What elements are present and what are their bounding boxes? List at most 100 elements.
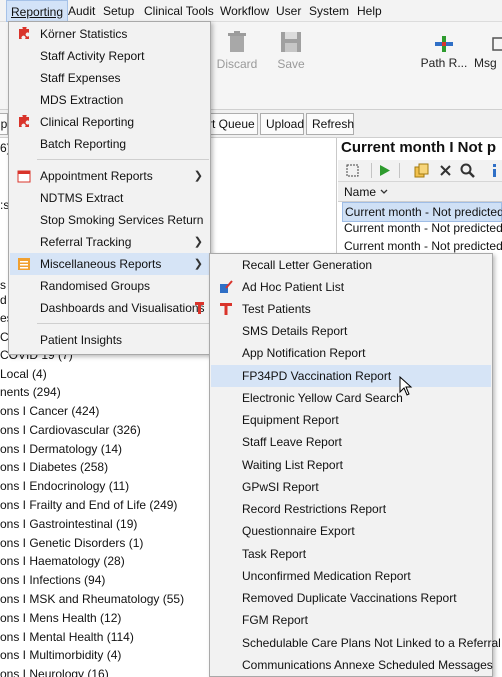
tree-fragment: d: [0, 293, 7, 307]
submenu-item-removed-duplicate-vaccinations[interactable]: Removed Duplicate Vaccinations Report: [211, 587, 491, 609]
submenu-item-staff-leave-report[interactable]: Staff Leave Report: [211, 431, 491, 453]
menu-item-clinical-reporting[interactable]: Clinical Reporting: [10, 111, 209, 133]
menu-separator: [37, 159, 209, 160]
tree-item[interactable]: ons I Cardiovascular (326): [0, 421, 141, 439]
reporting-dropdown-menu: Körner Statistics Staff Activity Report …: [8, 21, 211, 355]
tree-item[interactable]: ons I Infections (94): [0, 571, 105, 589]
test-t-icon: [195, 302, 204, 314]
submenu-item-gpwsi-report[interactable]: GPwSI Report: [211, 476, 491, 498]
submenu-item-app-notification-report[interactable]: App Notification Report: [211, 342, 491, 364]
column-name-label: Name: [344, 185, 377, 199]
submenu-item-task-report[interactable]: Task Report: [211, 543, 491, 565]
refresh-button[interactable]: Refresh: [306, 113, 354, 135]
menu-separator: [37, 323, 209, 324]
upload-button[interactable]: Upload: [260, 113, 304, 135]
menu-item-randomised-groups[interactable]: Randomised Groups: [10, 275, 209, 297]
list-icon: [18, 258, 30, 270]
tree-item[interactable]: ons I Haematology (28): [0, 552, 125, 570]
submenu-item-record-restrictions-report[interactable]: Record Restrictions Report: [211, 498, 491, 520]
toolbar-separator-icon: [399, 163, 400, 178]
tree-item[interactable]: ons I Diabetes (258): [0, 458, 108, 476]
submenu-item-equipment-report[interactable]: Equipment Report: [211, 409, 491, 431]
submenu-item-sms-details-report[interactable]: SMS Details Report: [211, 320, 491, 342]
search-icon[interactable]: [460, 163, 475, 178]
tree-item[interactable]: ons I Mens Health (12): [0, 609, 121, 627]
submenu-arrow-icon: ❯: [193, 236, 203, 248]
miscellaneous-reports-submenu: Recall Letter Generation Ad Hoc Patient …: [209, 253, 501, 677]
submenu-item-fgm-report[interactable]: FGM Report: [211, 609, 491, 631]
tree-item[interactable]: ons I Dermatology (14): [0, 440, 122, 458]
tree-item[interactable]: nents (294): [0, 383, 61, 401]
tree-item[interactable]: ons I Frailty and End of Life (249): [0, 496, 177, 514]
save-button[interactable]: Save: [274, 31, 308, 71]
tree-item[interactable]: ons I Neurology (16): [0, 665, 109, 677]
menu-system[interactable]: System: [309, 4, 349, 18]
tree-item[interactable]: ons I Cancer (424): [0, 402, 99, 420]
submenu-item-electronic-yellow-card-search[interactable]: Electronic Yellow Card Search: [211, 387, 491, 409]
submenu-item-communications-annexe[interactable]: Communications Annexe Scheduled Messages: [211, 654, 493, 676]
column-header[interactable]: Name: [338, 182, 502, 202]
menu-item-staff-activity-report[interactable]: Staff Activity Report: [10, 45, 209, 67]
menu-item-stop-smoking-return[interactable]: Stop Smoking Services Return: [10, 209, 209, 231]
menu-setup[interactable]: Setup: [103, 4, 134, 18]
menu-item-ndtms-extract[interactable]: NDTMS Extract: [10, 187, 209, 209]
run-icon[interactable]: [379, 164, 391, 177]
tree-item[interactable]: Local (4): [0, 365, 47, 383]
submenu-item-ad-hoc-patient-list[interactable]: Ad Hoc Patient List: [211, 276, 491, 298]
discard-button[interactable]: Discard: [214, 31, 260, 71]
menu-item-batch-reporting[interactable]: Batch Reporting: [10, 133, 209, 155]
menu-item-miscellaneous-reports[interactable]: Miscellaneous Reports ❯: [10, 253, 209, 275]
submenu-item-questionnaire-export[interactable]: Questionnaire Export: [211, 520, 491, 542]
copy-icon[interactable]: [414, 163, 429, 178]
partial-button[interactable]: np: [0, 113, 8, 135]
menu-item-staff-expenses[interactable]: Staff Expenses: [10, 67, 209, 89]
menu-item-dashboards-visualisations[interactable]: Dashboards and Visualisations: [10, 297, 209, 319]
menu-bar: Reporting Audit Setup Clinical Tools Wor…: [0, 0, 502, 22]
submenu-item-unconfirmed-medication-report[interactable]: Unconfirmed Medication Report: [211, 565, 491, 587]
trash-icon: [228, 31, 246, 52]
select-box-icon[interactable]: [346, 164, 359, 177]
delete-x-icon[interactable]: [439, 164, 452, 177]
submenu-item-waiting-list-report[interactable]: Waiting List Report: [211, 454, 491, 476]
submenu-item-recall-letter-generation[interactable]: Recall Letter Generation: [211, 254, 491, 276]
pane-title: Current month I Not p: [341, 139, 496, 156]
menu-clinical-tools[interactable]: Clinical Tools: [144, 4, 214, 18]
submenu-item-fp34pd-vaccination-report[interactable]: FP34PD Vaccination Report: [211, 365, 491, 387]
list-toolbar: [338, 160, 502, 182]
menu-workflow[interactable]: Workflow: [220, 4, 269, 18]
submenu-item-test-patients[interactable]: Test Patients: [211, 298, 491, 320]
menu-item-korner-statistics[interactable]: Körner Statistics: [10, 23, 209, 45]
letter-t-icon: [220, 303, 232, 315]
submenu-item-schedulable-care-plans[interactable]: Schedulable Care Plans Not Linked to a R…: [211, 632, 501, 654]
tree-item[interactable]: ons I Genetic Disorders (1): [0, 534, 143, 552]
menu-user[interactable]: User: [276, 4, 301, 18]
menu-audit[interactable]: Audit: [68, 4, 95, 18]
menu-help[interactable]: Help: [357, 4, 382, 18]
user-list-icon: [220, 280, 233, 293]
floppy-disk-icon: [281, 32, 301, 52]
path-plus-icon: [435, 36, 453, 52]
menu-item-appointment-reports[interactable]: Appointment Reports ❯: [10, 165, 209, 187]
tree-item[interactable]: ons I Mental Health (114): [0, 628, 134, 646]
submenu-arrow-icon: ❯: [193, 258, 203, 270]
message-button[interactable]: Msg: [474, 36, 502, 70]
menu-item-patient-insights[interactable]: Patient Insights: [10, 329, 209, 351]
tree-item[interactable]: ons I MSK and Rheumatology (55): [0, 590, 184, 608]
info-icon[interactable]: [489, 163, 499, 178]
menu-reporting[interactable]: Reporting: [6, 0, 69, 22]
list-row[interactable]: Current month - Not predicted: [344, 219, 502, 237]
sort-chevron-down-icon: [380, 189, 388, 194]
tree-item[interactable]: ons I Gastrointestinal (19): [0, 515, 137, 533]
jigsaw-red-icon: [19, 27, 29, 39]
toolbar-separator-icon: [371, 163, 372, 178]
tree-item[interactable]: ons I Endocrinology (11): [0, 477, 129, 495]
calendar-icon: [17, 170, 31, 183]
message-icon: [492, 37, 502, 51]
mouse-cursor-icon: [399, 376, 413, 396]
menu-item-referral-tracking[interactable]: Referral Tracking ❯: [10, 231, 209, 253]
jigsaw-red-icon: [19, 115, 29, 127]
menu-item-mds-extraction[interactable]: MDS Extraction: [10, 89, 209, 111]
submenu-arrow-icon: ❯: [193, 170, 203, 182]
tree-item[interactable]: ons I Multimorbidity (4): [0, 646, 121, 664]
path-reports-button[interactable]: Path R...: [418, 36, 470, 70]
